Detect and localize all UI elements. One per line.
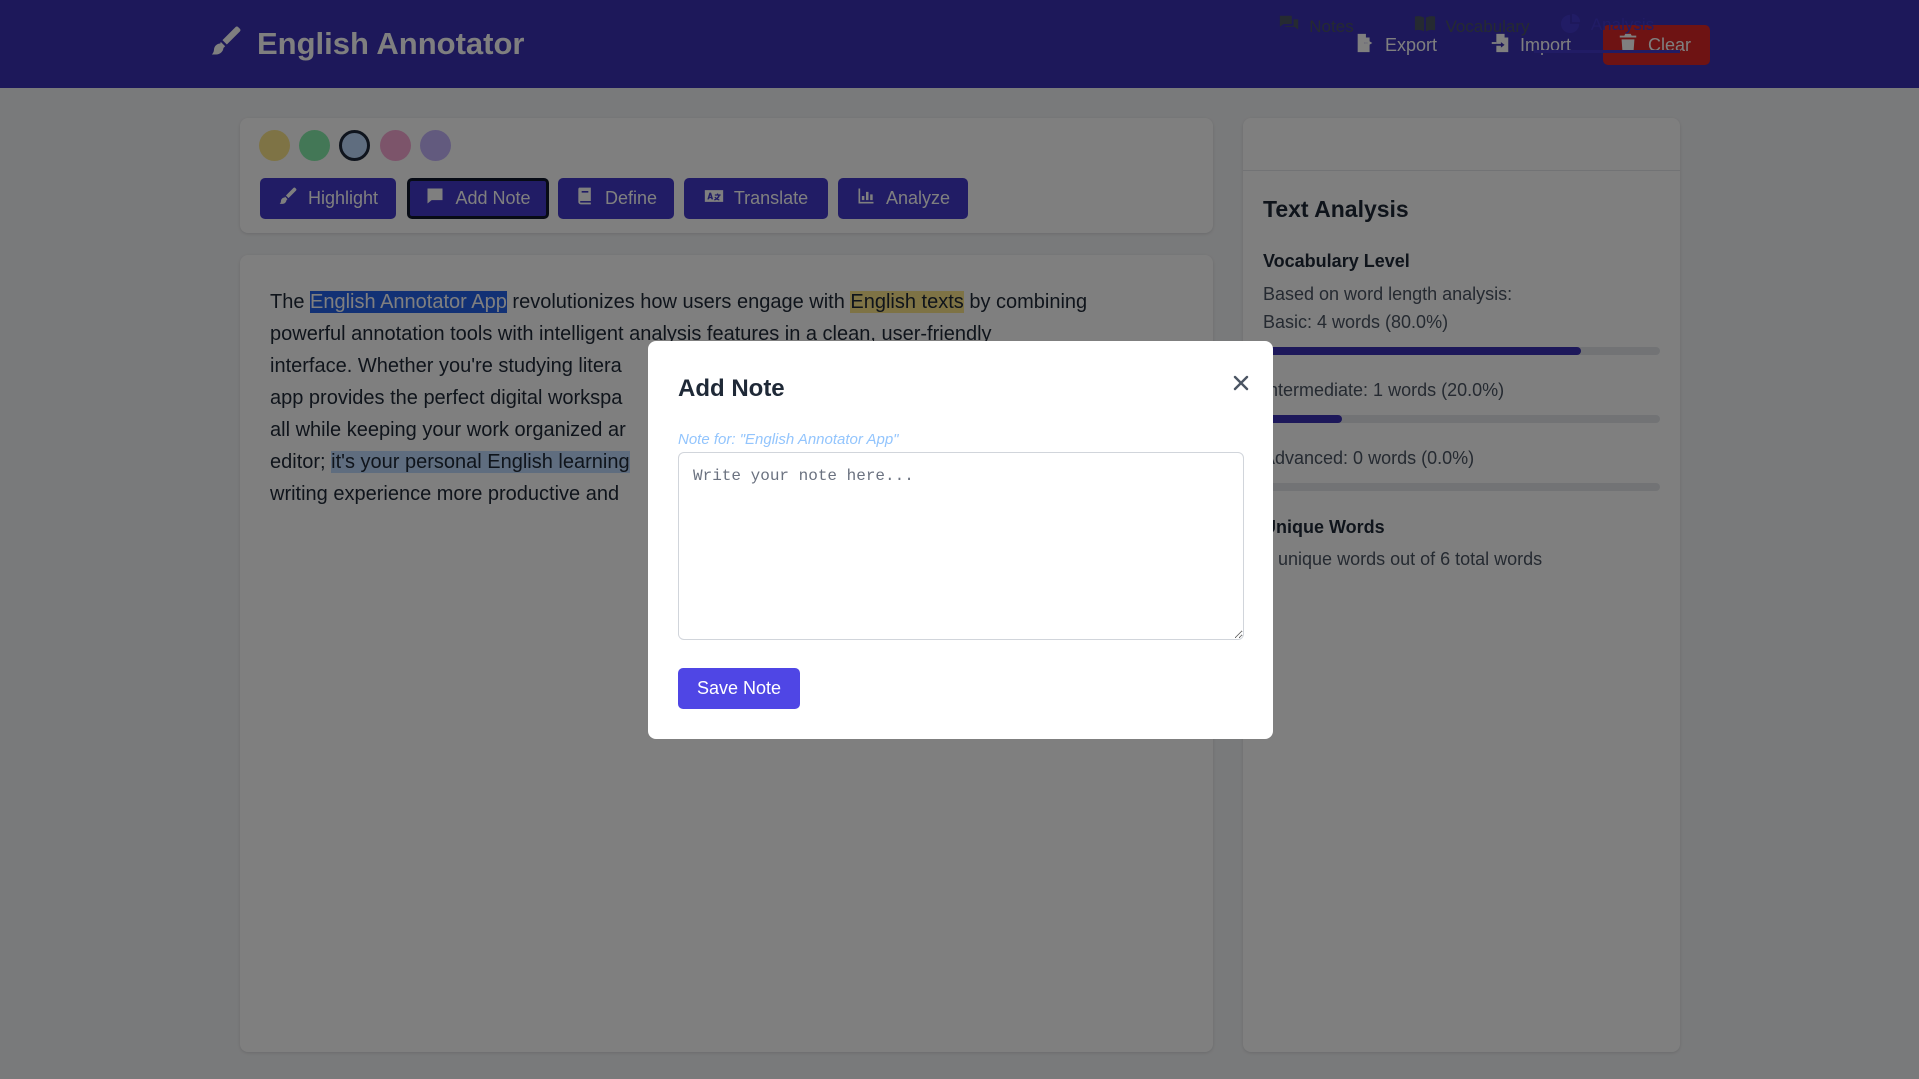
- note-textarea[interactable]: [678, 452, 1244, 640]
- save-note-button[interactable]: Save Note: [678, 668, 800, 709]
- add-note-modal: Add Note Note for: "English Annotator Ap…: [648, 341, 1273, 739]
- modal-title: Add Note: [678, 375, 785, 402]
- close-icon[interactable]: [1229, 371, 1253, 395]
- note-target-label: Note for: "English Annotator App": [678, 431, 899, 448]
